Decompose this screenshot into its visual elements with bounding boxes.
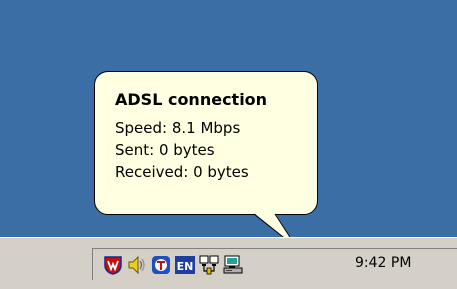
system-tray: EN 9:42 PM [92, 248, 457, 280]
language-indicator-label: EN [177, 260, 194, 273]
antivirus-shield-icon[interactable] [103, 255, 123, 275]
system-clock[interactable]: 9:42 PM [355, 255, 411, 271]
network-connection-icon[interactable] [199, 255, 219, 275]
balloon-speed-line: Speed: 8.1 Mbps [115, 119, 241, 137]
balloon-title: ADSL connection [115, 90, 268, 109]
adsl-connection-icon[interactable] [223, 255, 243, 275]
language-indicator-icon[interactable]: EN [175, 255, 195, 275]
app-tray-icon[interactable] [151, 255, 171, 275]
balloon-received-line: Received: 0 bytes [115, 163, 249, 181]
balloon-sent-line: Sent: 0 bytes [115, 141, 215, 159]
volume-speaker-icon[interactable] [127, 255, 147, 275]
taskbar: EN 9:42 PM [0, 237, 457, 289]
adsl-status-balloon[interactable]: ADSL connection Speed: 8.1 Mbps Sent: 0 … [94, 71, 318, 215]
